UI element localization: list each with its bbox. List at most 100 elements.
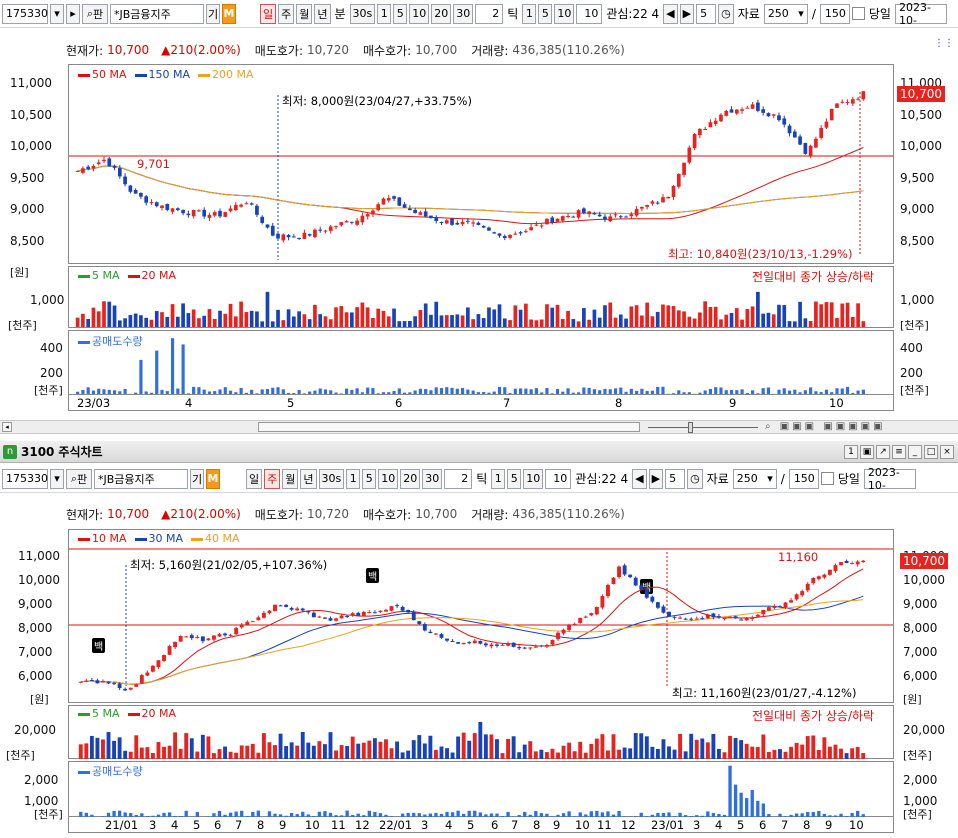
candle-body bbox=[456, 642, 461, 644]
volume-bar bbox=[250, 743, 255, 759]
volume-bar bbox=[667, 746, 671, 759]
volume-bar bbox=[234, 752, 239, 759]
short-sale-bar bbox=[151, 815, 155, 817]
candle-body bbox=[678, 617, 683, 619]
short-sale-bar bbox=[362, 815, 366, 817]
candle-body bbox=[561, 629, 566, 634]
volume-bar bbox=[644, 736, 649, 759]
candle-body bbox=[766, 607, 771, 611]
short-sale-bar bbox=[373, 811, 377, 817]
candle-body bbox=[705, 614, 710, 619]
short-sale-bar bbox=[750, 790, 754, 817]
candle-body bbox=[84, 680, 89, 682]
candle-body bbox=[295, 608, 300, 611]
candle-body bbox=[617, 566, 621, 578]
candle-body bbox=[517, 647, 522, 649]
short-sale-bar bbox=[661, 812, 666, 817]
volume-bar bbox=[256, 752, 261, 759]
volume-bar bbox=[739, 740, 744, 759]
volume-bar bbox=[766, 751, 771, 759]
volume-bar bbox=[722, 752, 727, 759]
candle-body bbox=[827, 569, 832, 575]
moving-average-line bbox=[80, 595, 864, 685]
volume-bar bbox=[650, 746, 655, 759]
volume-bar bbox=[378, 741, 383, 759]
candle-body bbox=[472, 640, 477, 644]
candle-body bbox=[755, 614, 760, 617]
candle-body bbox=[728, 616, 732, 619]
short-sale-bar bbox=[839, 813, 843, 817]
volume-bar bbox=[694, 739, 699, 759]
short-sale-bar bbox=[645, 816, 649, 817]
volume-bar bbox=[711, 733, 716, 759]
short-sale-bar bbox=[184, 810, 188, 817]
short-sale-bar bbox=[450, 812, 455, 817]
candle-body bbox=[794, 594, 799, 600]
candle-body bbox=[378, 610, 383, 613]
short-sale-bar bbox=[556, 814, 560, 817]
short-sale-bar bbox=[289, 812, 294, 817]
candle-body bbox=[273, 604, 277, 612]
candle-body bbox=[145, 672, 150, 676]
volume-bar bbox=[223, 746, 227, 759]
short-sale-bar bbox=[828, 815, 832, 817]
candle-body bbox=[206, 638, 211, 641]
short-sale-bar bbox=[267, 811, 272, 817]
volume-bar bbox=[500, 753, 505, 759]
volume-bar bbox=[855, 746, 860, 759]
candle-body bbox=[611, 577, 616, 585]
short-sale-bar bbox=[783, 816, 788, 817]
candle-body bbox=[445, 638, 449, 641]
short-sale-bar bbox=[600, 812, 605, 817]
short-sale-bar bbox=[611, 814, 616, 817]
volume-bar bbox=[156, 742, 161, 759]
candle-body bbox=[372, 612, 377, 614]
volume-bar bbox=[672, 749, 677, 759]
candle-body bbox=[533, 646, 538, 648]
short-sale-bar bbox=[517, 815, 521, 817]
volume-bar bbox=[433, 750, 438, 759]
short-sale-bar bbox=[667, 812, 671, 817]
short-sale-bar bbox=[356, 813, 360, 817]
candle-body bbox=[644, 588, 649, 598]
candle-body bbox=[395, 605, 400, 607]
short-sale-bar bbox=[817, 811, 821, 817]
short-sale-bar bbox=[844, 816, 849, 817]
moving-average-line bbox=[80, 599, 864, 685]
volume-bar bbox=[78, 744, 83, 759]
candle-body bbox=[733, 616, 738, 619]
short-sale-bar bbox=[561, 813, 566, 817]
short-sale-bar bbox=[800, 813, 804, 817]
volume-bar bbox=[317, 741, 322, 759]
candle-body bbox=[506, 643, 511, 646]
candle-body bbox=[717, 616, 721, 618]
short-sale-bar bbox=[456, 810, 460, 817]
volume-bar bbox=[428, 735, 433, 759]
volume-bar bbox=[800, 744, 805, 759]
candle-body bbox=[811, 577, 816, 584]
volume-bar bbox=[101, 739, 105, 759]
volume-bar bbox=[683, 751, 688, 759]
volume-bar bbox=[567, 742, 572, 759]
candle-body bbox=[261, 612, 266, 618]
short-sale-bar bbox=[400, 813, 405, 817]
candle-body bbox=[761, 609, 766, 615]
candle-body bbox=[95, 680, 100, 684]
short-sale-bar bbox=[117, 810, 122, 817]
candle-body bbox=[495, 644, 499, 646]
short-sale-bar bbox=[595, 810, 599, 817]
short-sale-bar bbox=[167, 812, 172, 817]
short-sale-bar bbox=[761, 803, 766, 817]
candle-body bbox=[594, 607, 599, 615]
volume-bar bbox=[533, 751, 538, 759]
volume-bar bbox=[284, 746, 289, 759]
short-sale-bar bbox=[622, 816, 627, 817]
volume-bar bbox=[833, 744, 838, 759]
short-sale-bar bbox=[323, 811, 327, 817]
volume-bar bbox=[162, 746, 166, 759]
candle-body bbox=[422, 624, 427, 631]
candle-body bbox=[861, 560, 866, 563]
candle-body bbox=[750, 617, 755, 619]
volume-bar bbox=[600, 734, 605, 759]
short-sale-bar bbox=[500, 815, 505, 817]
